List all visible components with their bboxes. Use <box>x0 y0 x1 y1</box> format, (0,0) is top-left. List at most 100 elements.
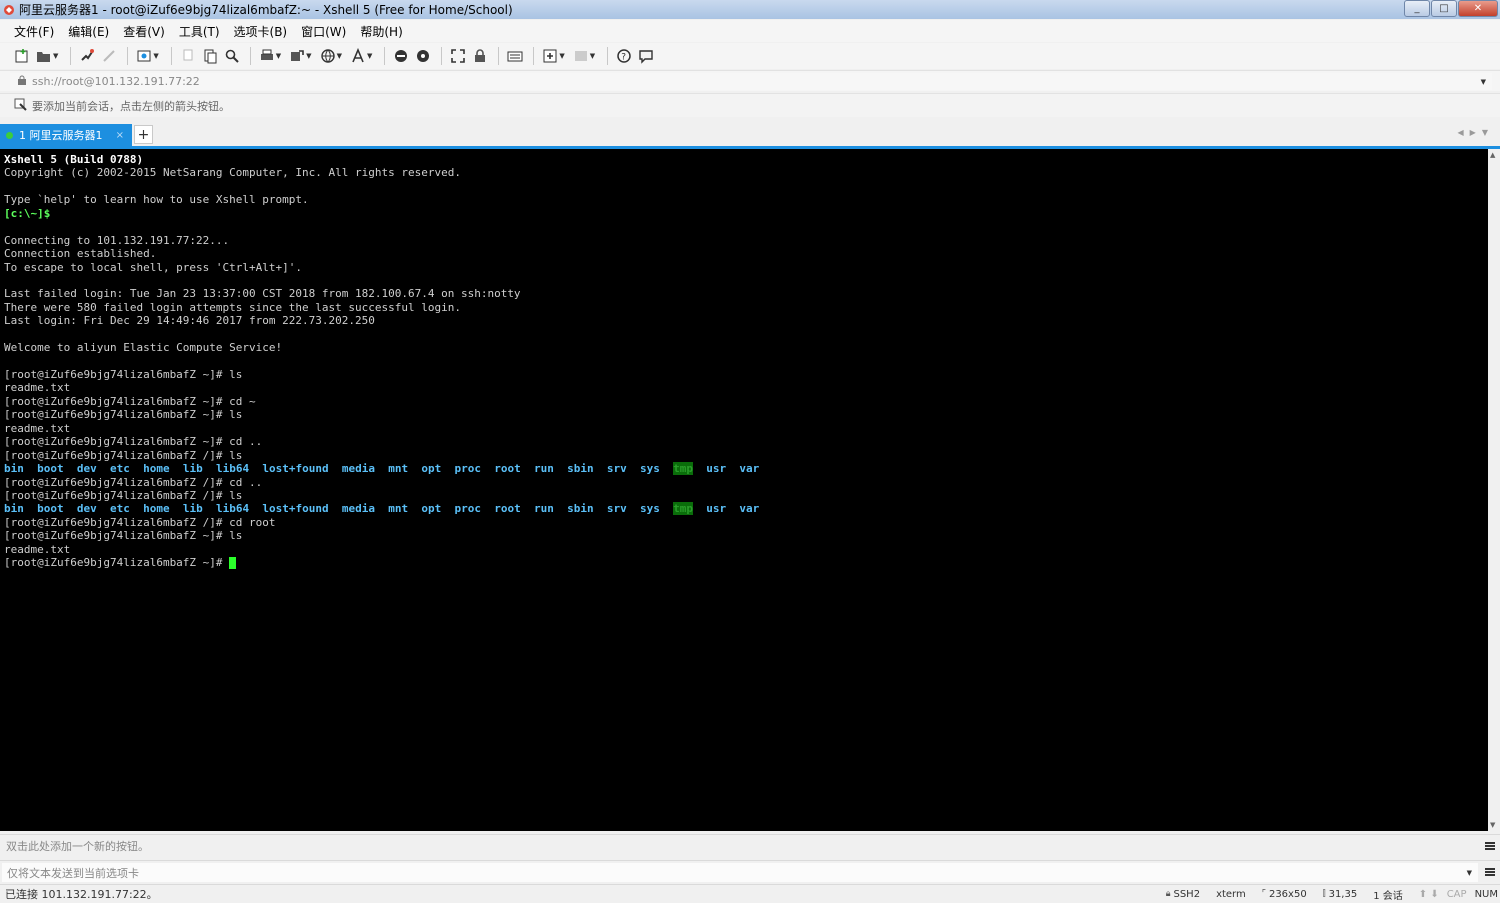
toolbar-separator <box>70 47 72 65</box>
terminal-output[interactable]: Xshell 5 (Build 0788) Copyright (c) 2002… <box>0 149 1488 831</box>
transfer-icon[interactable] <box>287 46 307 66</box>
address-dropdown-icon[interactable]: ▼ <box>1481 78 1486 86</box>
quick-command-bar[interactable]: 双击此处添加一个新的按钮。 <box>0 834 1500 857</box>
toolbar-separator <box>127 47 129 65</box>
menu-tabs[interactable]: 选项卡(B) <box>234 23 288 40</box>
dir-entry: srv <box>606 502 627 516</box>
new-session-icon[interactable] <box>12 46 32 66</box>
fullscreen-icon[interactable] <box>448 46 468 66</box>
menu-view[interactable]: 查看(V) <box>123 23 165 40</box>
keyboard-icon[interactable] <box>505 46 525 66</box>
quickbar-menu-icon[interactable] <box>1485 842 1495 850</box>
globe-dropdown-icon[interactable]: ▼ <box>337 52 342 60</box>
vertical-scrollbar[interactable]: ▲ ▼ <box>1488 149 1500 831</box>
paste-icon[interactable] <box>200 46 220 66</box>
dir-entry: bin <box>4 462 24 476</box>
compose-dropdown-icon[interactable]: ▼ <box>1467 869 1472 877</box>
address-bar: ssh://root@101.132.191.77:22 ▼ <box>0 70 1500 91</box>
tab-session-1[interactable]: 1 阿里云服务器1 × <box>0 124 132 146</box>
add-script-dropdown-icon[interactable]: ▼ <box>559 52 564 60</box>
close-button[interactable]: ✕ <box>1458 0 1498 17</box>
dir-entry: lib64 <box>216 462 250 476</box>
add-session-arrow-icon[interactable] <box>14 97 28 114</box>
minimize-button[interactable]: _ <box>1404 0 1430 17</box>
dir-entry: usr <box>706 502 727 516</box>
open-dropdown-icon[interactable]: ▼ <box>53 52 58 60</box>
menu-help[interactable]: 帮助(H) <box>360 23 402 40</box>
terminal-line: Last login: Fri Dec 29 14:49:46 2017 fro… <box>4 314 375 328</box>
dir-entry: var <box>739 462 760 476</box>
quick-command-hint: 双击此处添加一个新的按钮。 <box>6 840 149 853</box>
dir-entry: home <box>143 502 170 516</box>
dir-entry: opt <box>421 502 442 516</box>
xftp-icon[interactable] <box>391 46 411 66</box>
help-icon[interactable]: ? <box>614 46 634 66</box>
lock-icon: 🔒︎ <box>1165 889 1171 899</box>
terminal-type-label: xterm <box>1216 888 1246 900</box>
menu-file[interactable]: 文件(F) <box>14 23 54 40</box>
open-folder-icon[interactable] <box>34 46 54 66</box>
terminal-line: There were 580 failed login attempts sin… <box>4 300 461 314</box>
terminal-prompt-line[interactable]: [root@iZuf6e9bjg74lizal6mbafZ ~]# <box>4 556 1488 570</box>
chat-icon[interactable] <box>636 46 656 66</box>
properties-dropdown-icon[interactable]: ▼ <box>153 52 158 60</box>
terminal-line: Connection established. <box>4 247 157 261</box>
connection-status: 已连接 101.132.191.77:22。 <box>5 888 158 901</box>
new-tab-button[interactable]: + <box>134 125 153 144</box>
terminal-line: readme.txt <box>4 381 71 395</box>
lock-icon[interactable] <box>470 46 490 66</box>
terminal-line: [root@iZuf6e9bjg74lizal6mbafZ /]# ls <box>4 448 243 462</box>
dir-entry: lib <box>182 502 203 516</box>
dir-entry: media <box>341 462 375 476</box>
dir-listing-row: bin boot dev etc home lib lib64 lost+fou… <box>4 462 1488 476</box>
print-icon[interactable] <box>257 46 277 66</box>
terminal-line: [root@iZuf6e9bjg74lizal6mbafZ ~]# cd .. <box>4 435 263 449</box>
scroll-up-icon[interactable]: ▲ <box>1490 151 1495 159</box>
dir-entry: proc <box>454 462 481 476</box>
toolbar-separator <box>384 47 386 65</box>
maximize-button[interactable]: □ <box>1431 0 1457 17</box>
tab-close-icon[interactable]: × <box>116 130 124 141</box>
dir-entry: run <box>533 462 554 476</box>
find-icon[interactable] <box>222 46 242 66</box>
menu-tools[interactable]: 工具(T) <box>179 23 220 40</box>
menu-window[interactable]: 窗口(W) <box>301 23 346 40</box>
print-dropdown-icon[interactable]: ▼ <box>276 52 281 60</box>
font-icon[interactable] <box>348 46 368 66</box>
copy-icon[interactable] <box>178 46 198 66</box>
address-field[interactable]: ssh://root@101.132.191.77:22 ▼ <box>10 73 1492 90</box>
reconnect-icon[interactable] <box>77 46 97 66</box>
layout-dropdown-icon[interactable]: ▼ <box>590 52 595 60</box>
dir-entry: root <box>494 462 521 476</box>
caps-lock-indicator: CAP <box>1446 888 1467 900</box>
dir-entry: usr <box>706 462 727 476</box>
dir-entry: dev <box>76 462 97 476</box>
compose-menu-icon[interactable] <box>1485 868 1495 876</box>
dir-entry: mnt <box>388 502 409 516</box>
add-script-icon[interactable] <box>540 46 560 66</box>
window-title: 阿里云服务器1 - root@iZuf6e9bjg74lizal6mbafZ:~… <box>19 3 513 17</box>
dir-entry: boot <box>37 462 64 476</box>
prompt-text: [root@iZuf6e9bjg74lizal6mbafZ ~]# <box>4 556 230 570</box>
tab-bar: 1 阿里云服务器1 × + ◀▶▼ <box>0 122 1500 146</box>
menu-edit[interactable]: 编辑(E) <box>68 23 109 40</box>
dir-entry: boot <box>37 502 64 516</box>
terminal-line: [root@iZuf6e9bjg74lizal6mbafZ /]# cd roo… <box>4 515 276 529</box>
compose-input[interactable]: 仅将文本发送到当前选项卡 ▼ <box>2 863 1478 882</box>
tab-navigation-arrows[interactable]: ◀▶▼ <box>1458 128 1494 137</box>
layout-icon[interactable] <box>571 46 591 66</box>
globe-icon[interactable] <box>318 46 338 66</box>
scroll-arrows-icon[interactable]: ⬆ ⬇ <box>1419 889 1439 900</box>
font-dropdown-icon[interactable]: ▼ <box>367 52 372 60</box>
scroll-down-icon[interactable]: ▼ <box>1490 821 1495 829</box>
xagent-icon[interactable] <box>413 46 433 66</box>
cursor-position-label: 31,35 <box>1328 888 1358 900</box>
toolbar: ▼ ▼ ▼ ▼ ▼ ▼ ▼ ▼ ? <box>0 43 1500 69</box>
terminal-line: readme.txt <box>4 421 71 435</box>
status-bar: 已连接 101.132.191.77:22。 🔒︎ SSH2 xterm ⌜ 236… <box>0 884 1500 903</box>
properties-icon[interactable] <box>134 46 154 66</box>
xshell-app-icon <box>3 4 15 16</box>
transfer-dropdown-icon[interactable]: ▼ <box>306 52 311 60</box>
disconnect-icon[interactable] <box>99 46 119 66</box>
